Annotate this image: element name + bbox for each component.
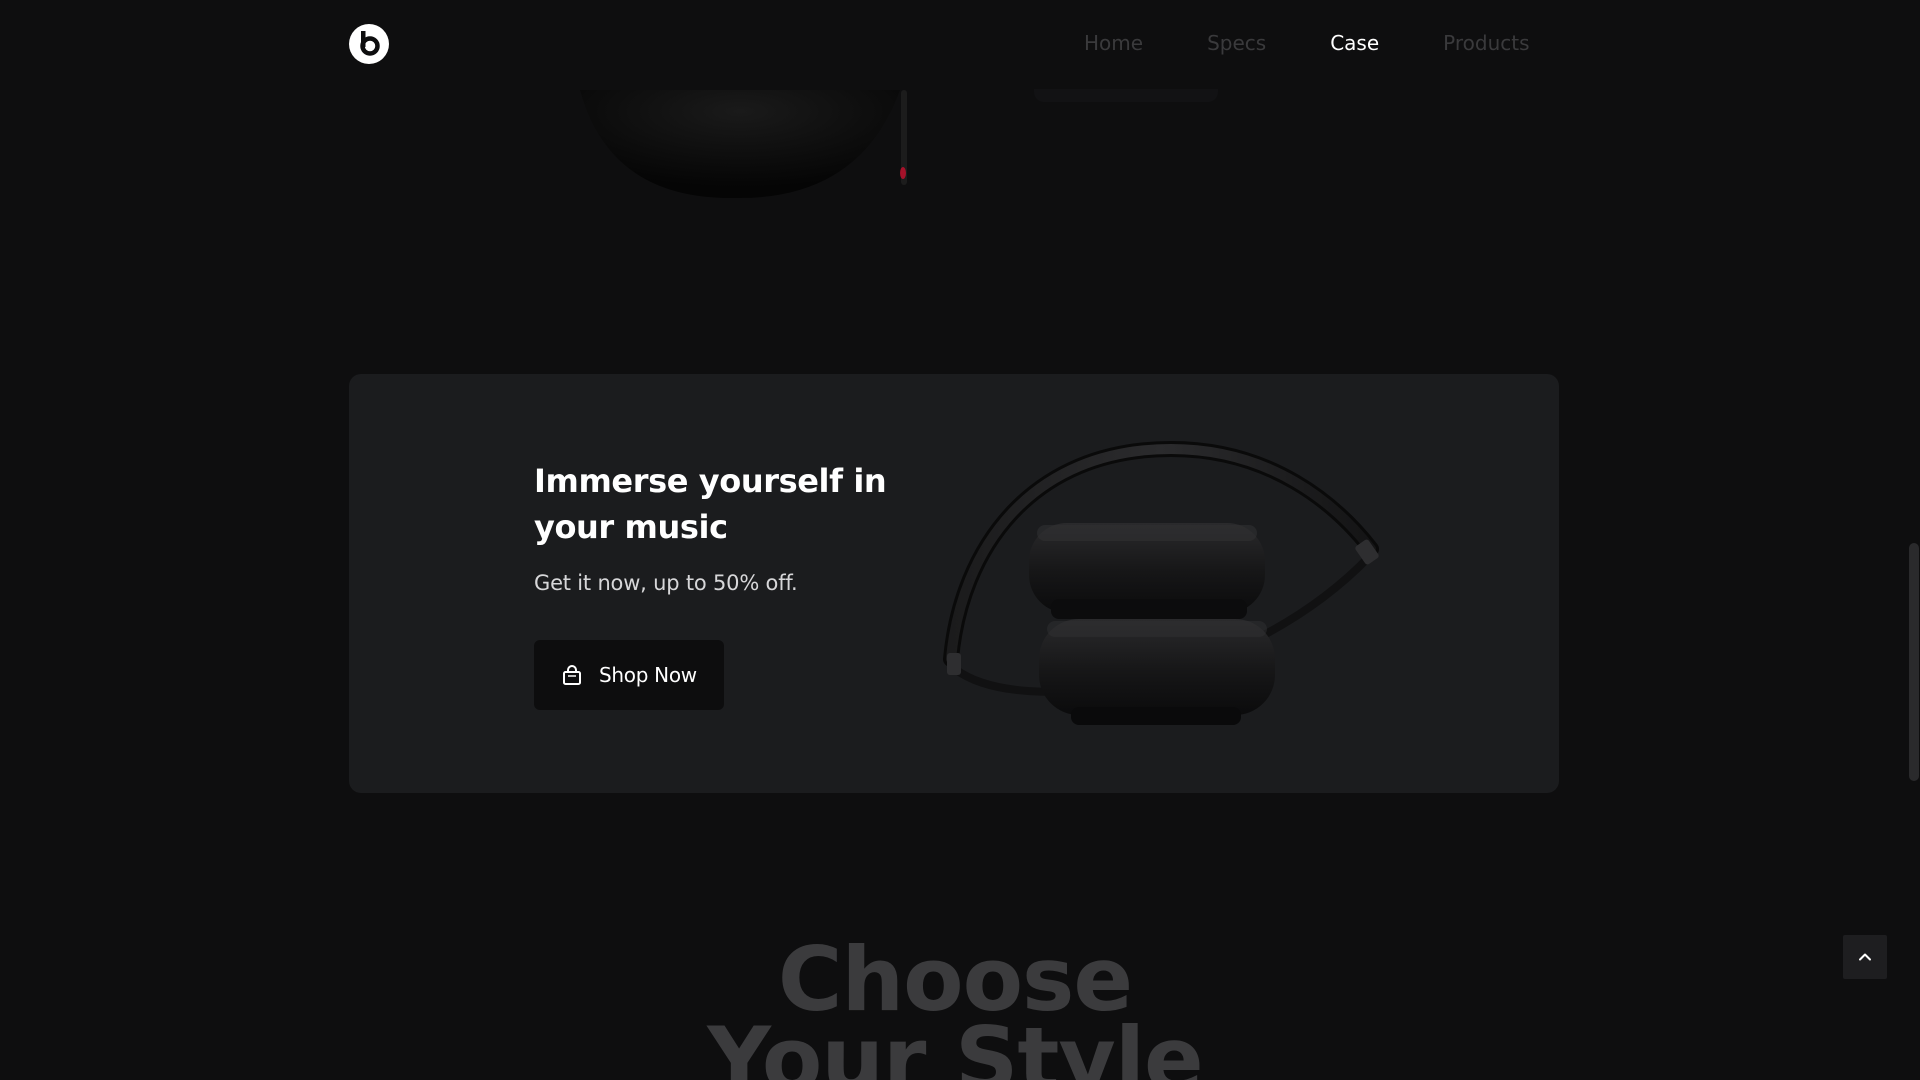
folded-headphones-image xyxy=(943,440,1379,725)
chevron-up-icon xyxy=(1859,953,1871,961)
back-to-top-button[interactable] xyxy=(1843,935,1887,979)
nav-specs[interactable]: Specs xyxy=(1207,31,1266,55)
promo-subtitle: Get it now, up to 50% off. xyxy=(534,571,798,595)
section-heading-line2: Your Style xyxy=(707,1008,1203,1080)
nav-home[interactable]: Home xyxy=(1084,31,1143,55)
shop-now-label: Shop Now xyxy=(599,663,697,687)
promo-card: Immerse yourself in your music Get it no… xyxy=(349,374,1559,793)
page: Home Specs Case Products Immerse yoursel… xyxy=(0,0,1920,1080)
promo-title: Immerse yourself in your music xyxy=(534,462,887,546)
headphone-case-image-partial xyxy=(580,90,907,199)
shop-now-button[interactable]: Shop Now xyxy=(534,640,724,710)
section-heading: Choose Your Style xyxy=(0,936,1910,1080)
nav-case[interactable]: Case xyxy=(1330,31,1379,55)
main-nav: Home Specs Case Products xyxy=(1084,31,1530,55)
nav-products[interactable]: Products xyxy=(1443,31,1529,55)
site-header: Home Specs Case Products xyxy=(0,0,1920,89)
shopping-bag-icon xyxy=(563,665,581,685)
scrollbar[interactable] xyxy=(1908,0,1920,1080)
scrollbar-thumb[interactable] xyxy=(1909,543,1919,781)
beats-logo-icon[interactable] xyxy=(349,24,389,64)
